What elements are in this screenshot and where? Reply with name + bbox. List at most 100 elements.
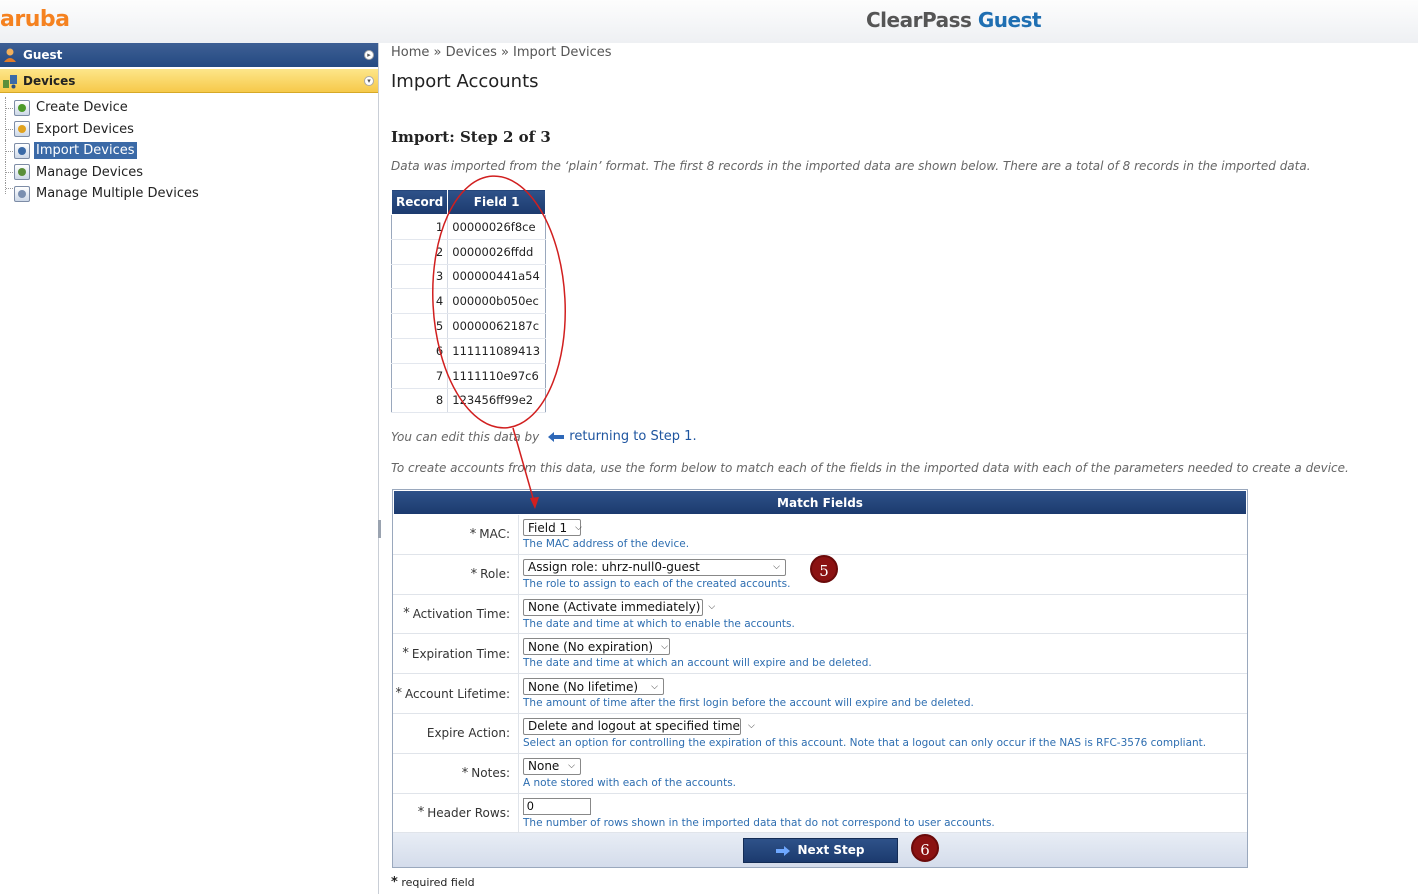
- field-control: Assign role: uhrz-null0-guest ⌵ The role t…: [519, 555, 790, 594]
- create-device-icon: [14, 99, 30, 116]
- sidebar-section-label: Guest: [23, 48, 63, 62]
- sidebar-resize-handle[interactable]: [378, 520, 381, 538]
- field-label: * Notes:: [393, 753, 519, 793]
- record-number: 6: [391, 338, 449, 364]
- table-row: 7 1111110e97c6: [391, 363, 546, 389]
- match-fields-form: Match Fields * MAC: Field 1 ⌵ The MAC addres…: [392, 489, 1248, 869]
- record-number: 5: [391, 313, 449, 339]
- field-label: * Header Rows:: [393, 793, 519, 833]
- record-number: 4: [391, 288, 449, 315]
- field-select[interactable]: Delete and logout at specified time ⌵: [523, 717, 755, 735]
- create-note: To create accounts from this data, use t…: [391, 461, 1349, 475]
- match-fields-title: Match Fields: [393, 490, 1247, 515]
- required-mark: *: [391, 875, 398, 890]
- tree-connector: [5, 183, 13, 194]
- sidebar-item-import-devices[interactable]: Import Devices: [0, 140, 378, 162]
- required-mark: *: [417, 805, 425, 821]
- aruba-logo[interactable]: aruba: [0, 7, 70, 32]
- field-control: Delete and logout at specified time ⌵ Sele…: [519, 714, 1206, 753]
- tree-connector: [5, 118, 13, 140]
- chevron-down-icon: ⌵: [708, 602, 716, 613]
- devices-icon: [2, 73, 18, 89]
- chevron-down-icon: ⌵: [575, 522, 582, 533]
- chevron-down-icon: ⌵: [773, 562, 780, 573]
- field-select[interactable]: None (No expiration) ⌵: [523, 638, 670, 656]
- breadcrumb: Home » Devices » Import Devices: [391, 45, 612, 60]
- form-footer: Next Step: [393, 833, 1247, 868]
- field-help: Select an option for controlling the exp…: [523, 736, 1207, 749]
- chevron-down-icon: ⌵: [568, 761, 575, 772]
- record-number: 7: [391, 363, 449, 389]
- required-mark: *: [461, 765, 469, 781]
- chevron-down-icon: ⌵: [661, 641, 668, 652]
- field-label-text: Role:: [480, 567, 510, 582]
- record-value: 00000062187c: [447, 313, 546, 339]
- field-label-text: Notes:: [471, 766, 510, 781]
- field-label: * Role:: [393, 554, 519, 594]
- field-control: The number of rows shown in the imported…: [519, 794, 995, 833]
- form-row: * Activation Time: None (Activate immediat…: [393, 594, 1247, 635]
- field-select[interactable]: None (Activate immediately) ⌵: [523, 598, 715, 616]
- sidebar-item-manage-devices[interactable]: Manage Devices: [0, 161, 378, 183]
- record-table: Record Field 1 1 00000026f8ce 2 00000026ff…: [390, 189, 546, 414]
- sidebar-item-label: Export Devices: [36, 121, 134, 137]
- header-rows-input[interactable]: [523, 797, 591, 815]
- field-label-text: Account Lifetime:: [404, 686, 510, 701]
- sidebar-item-label: Create Device: [36, 100, 128, 116]
- sidebar-section-label: Devices: [23, 73, 76, 88]
- required-mark: *: [402, 646, 409, 662]
- field-control: None (No expiration) ⌵ The date and time a…: [519, 634, 872, 673]
- table-row: 2 00000026ffdd: [391, 239, 546, 265]
- field-label-text: Expiration Time:: [411, 646, 510, 661]
- field-help: The date and time at which an account wi…: [523, 657, 872, 670]
- record-value: 000000b050ec: [447, 288, 546, 315]
- back-arrow-icon[interactable]: [547, 431, 565, 443]
- next-arrow-icon: [775, 845, 790, 857]
- field-help: The number of rows shown in the imported…: [523, 816, 995, 829]
- sidebar-item-export-devices[interactable]: Export Devices: [0, 118, 378, 140]
- app-title-accent: Guest: [977, 8, 1042, 32]
- sidebar-item-label: Manage Devices: [36, 164, 144, 180]
- record-value: 1111110e97c6: [447, 363, 546, 389]
- next-step-button[interactable]: Next Step: [742, 837, 898, 863]
- column-header-record: Record: [390, 189, 449, 215]
- form-row: * Expiration Time: None (No expiration) ⌵ Th…: [393, 634, 1247, 675]
- manage-multiple-devices-icon: [14, 185, 30, 202]
- app-header: aruba ClearPass Guest: [0, 0, 1418, 43]
- tree-connector: [5, 97, 13, 119]
- table-header-row: Record Field 1: [390, 189, 546, 215]
- record-value: 111111089413: [447, 338, 546, 364]
- return-to-step-1-link[interactable]: returning to Step 1.: [569, 429, 696, 444]
- column-header-field-1: Field 1: [447, 189, 546, 215]
- field-select[interactable]: Field 1 ⌵: [523, 519, 582, 536]
- collapse-toggle-icon[interactable]: ▾: [364, 76, 374, 86]
- table-row: 3 000000441a54: [391, 264, 546, 290]
- select-value: Assign role: uhrz-null0-guest: [528, 560, 700, 575]
- record-value: 123456ff99e2: [447, 388, 546, 414]
- field-control: None (Activate immediately) ⌵ The date and…: [519, 595, 795, 634]
- sidebar-item-manage-multiple-devices[interactable]: Manage Multiple Devices: [0, 183, 378, 205]
- page-title: Import Accounts: [391, 71, 539, 92]
- record-number: 8: [391, 388, 449, 414]
- select-value: Field 1: [528, 520, 568, 535]
- table-row: 8 123456ff99e2: [391, 388, 546, 414]
- guest-icon: [2, 47, 18, 63]
- sidebar-nav: Guest ▸ Devices ▾ Create Device Export D…: [0, 43, 378, 894]
- sidebar-divider: [378, 43, 379, 894]
- field-select[interactable]: None ⌵: [523, 757, 581, 775]
- record-number: 3: [391, 264, 449, 290]
- form-row: Expire Action: Delete and logout at speci…: [393, 713, 1247, 754]
- field-select[interactable]: None (No lifetime) ⌵: [523, 678, 664, 696]
- field-label-text: Activation Time:: [412, 606, 510, 621]
- required-note-text: required field: [401, 876, 475, 889]
- sidebar-section-guest[interactable]: Guest ▸: [0, 43, 378, 67]
- sidebar-item-create-device[interactable]: Create Device: [0, 97, 378, 119]
- tree-connector: [5, 140, 13, 162]
- field-control: None ⌵ A note stored with each of the acco…: [519, 754, 736, 793]
- table-row: 4 000000b050ec: [391, 288, 546, 315]
- sidebar-section-devices[interactable]: Devices ▾: [0, 69, 378, 93]
- collapse-toggle-icon[interactable]: ▸: [364, 50, 374, 60]
- form-row: *Header Rows: The number of rows shown in…: [393, 793, 1247, 834]
- tree-connector: [5, 161, 13, 183]
- field-select[interactable]: Assign role: uhrz-null0-guest ⌵: [523, 558, 786, 576]
